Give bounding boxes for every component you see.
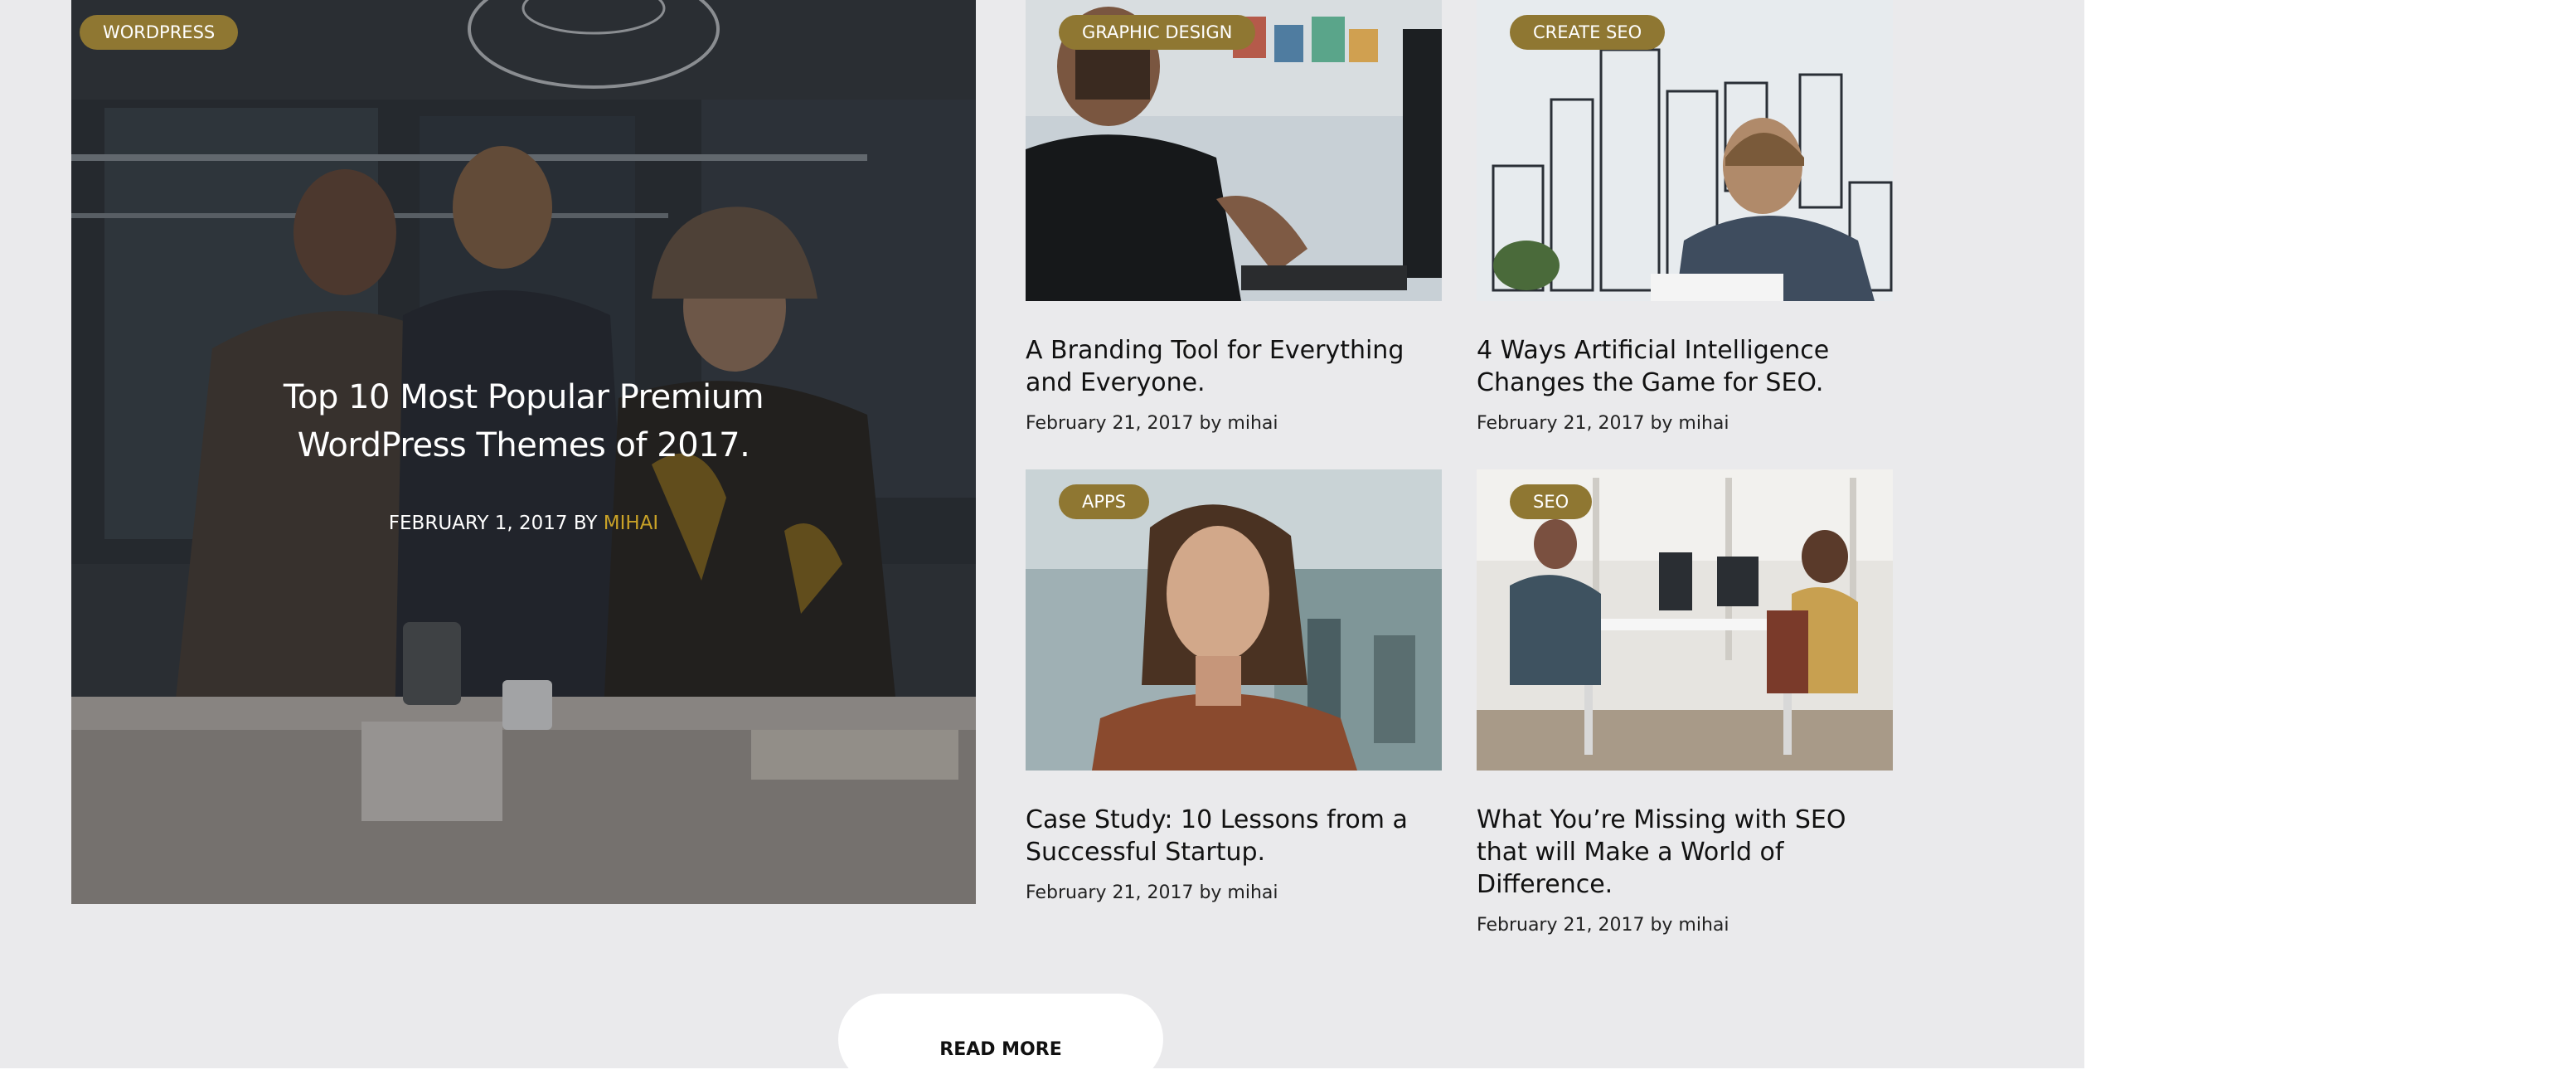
featured-post-date: FEBRUARY 1, 2017 bbox=[388, 513, 568, 534]
featured-category-badge[interactable]: WORDPRESS bbox=[80, 15, 239, 50]
featured-post-title[interactable]: Top 10 Most Popular Premium WordPress Th… bbox=[237, 373, 810, 469]
post-category-badge[interactable]: APPS bbox=[1059, 484, 1150, 519]
featured-post-author-link[interactable]: MIHAI bbox=[604, 513, 658, 534]
post-card-meta: February 21, 2017 by mihai bbox=[1026, 413, 1278, 434]
post-category-badge[interactable]: CREATE SEO bbox=[1510, 15, 1666, 50]
post-card-meta: February 21, 2017 by mihai bbox=[1026, 882, 1278, 903]
post-card-title[interactable]: 4 Ways Artificial Intelligence Changes t… bbox=[1477, 334, 1893, 399]
featured-post-meta: FEBRUARY 1, 2017 BY MIHAI bbox=[237, 513, 810, 534]
post-card-meta: February 21, 2017 by mihai bbox=[1477, 915, 1729, 936]
post-card[interactable]: APPS Case Study: 10 Lessons from a Succe… bbox=[1026, 469, 1442, 903]
post-category-badge[interactable]: SEO bbox=[1510, 484, 1593, 519]
post-card[interactable]: SEO What You’re Missing with SEO that wi… bbox=[1477, 469, 1893, 936]
post-card[interactable]: GRAPHIC DESIGN A Branding Tool for Every… bbox=[1026, 0, 1442, 434]
post-card-thumbnail[interactable]: GRAPHIC DESIGN bbox=[1026, 0, 1442, 301]
post-card-title[interactable]: Case Study: 10 Lessons from a Successful… bbox=[1026, 804, 1442, 868]
post-category-badge[interactable]: GRAPHIC DESIGN bbox=[1059, 15, 1256, 50]
post-card-thumbnail[interactable]: APPS bbox=[1026, 469, 1442, 771]
post-card-title[interactable]: A Branding Tool for Everything and Every… bbox=[1026, 334, 1442, 399]
featured-post-by: BY bbox=[573, 513, 598, 534]
post-card-thumbnail[interactable]: SEO bbox=[1477, 469, 1893, 771]
post-card-thumbnail[interactable]: CREATE SEO bbox=[1477, 0, 1893, 301]
blog-posts-section: WORDPRESS Top 10 Most Popular Premium Wo… bbox=[0, 0, 2084, 1068]
post-card-meta: February 21, 2017 by mihai bbox=[1477, 413, 1729, 434]
read-more-button[interactable]: READ MORE bbox=[838, 994, 1163, 1068]
featured-post-card[interactable]: WORDPRESS Top 10 Most Popular Premium Wo… bbox=[71, 0, 976, 904]
featured-post-content: Top 10 Most Popular Premium WordPress Th… bbox=[71, 373, 976, 534]
post-card[interactable]: CREATE SEO 4 Ways Artificial Intelligenc… bbox=[1477, 0, 1893, 434]
post-card-title[interactable]: What You’re Missing with SEO that will M… bbox=[1477, 804, 1893, 901]
